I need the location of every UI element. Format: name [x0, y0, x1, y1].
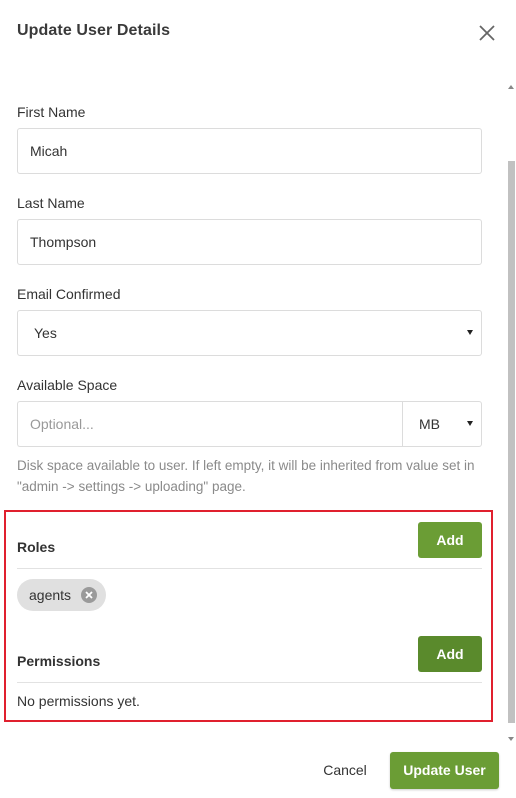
available-space-help: Disk space available to user. If left em…: [17, 458, 475, 494]
scroll-up-icon[interactable]: [508, 85, 514, 89]
email-confirmed-label: Email Confirmed: [17, 286, 121, 302]
chevron-down-icon: [467, 330, 473, 335]
add-role-button[interactable]: Add: [418, 522, 482, 558]
chevron-down-icon: [467, 421, 473, 426]
scroll-thumb[interactable]: [508, 161, 515, 723]
scroll-down-icon[interactable]: [508, 737, 514, 741]
available-space-label: Available Space: [17, 377, 118, 393]
space-unit-value: MB: [419, 416, 440, 432]
first-name-label: First Name: [17, 104, 86, 120]
permissions-divider: [17, 682, 482, 683]
first-name-input[interactable]: Micah: [17, 128, 482, 174]
last-name-input[interactable]: Thompson: [17, 219, 482, 265]
update-user-dialog: Update User Details First Name Micah Las…: [0, 0, 516, 798]
roles-divider: [17, 568, 482, 569]
update-user-button[interactable]: Update User: [390, 752, 499, 789]
permissions-empty-text: No permissions yet.: [17, 693, 140, 709]
dialog-title: Update User Details: [17, 22, 171, 39]
roles-title: Roles: [17, 539, 56, 555]
cancel-button[interactable]: Cancel: [312, 752, 378, 788]
dialog-header: Update User Details: [0, 0, 516, 64]
email-confirmed-select[interactable]: Yes: [17, 310, 482, 356]
dialog-scrollbar[interactable]: [506, 83, 516, 745]
available-space-input[interactable]: Optional...: [17, 401, 403, 447]
permissions-title: Permissions: [17, 653, 101, 669]
remove-role-button[interactable]: [81, 587, 97, 603]
role-chip-label: agents: [29, 587, 72, 603]
close-circle-icon: [85, 591, 93, 599]
email-confirmed-value: Yes: [34, 325, 57, 341]
last-name-label: Last Name: [17, 195, 85, 211]
space-unit-select[interactable]: MB: [402, 401, 482, 447]
role-chip: agents: [17, 579, 106, 611]
close-icon: [479, 25, 495, 41]
close-button[interactable]: [476, 22, 498, 44]
add-permission-button[interactable]: Add: [418, 636, 482, 672]
